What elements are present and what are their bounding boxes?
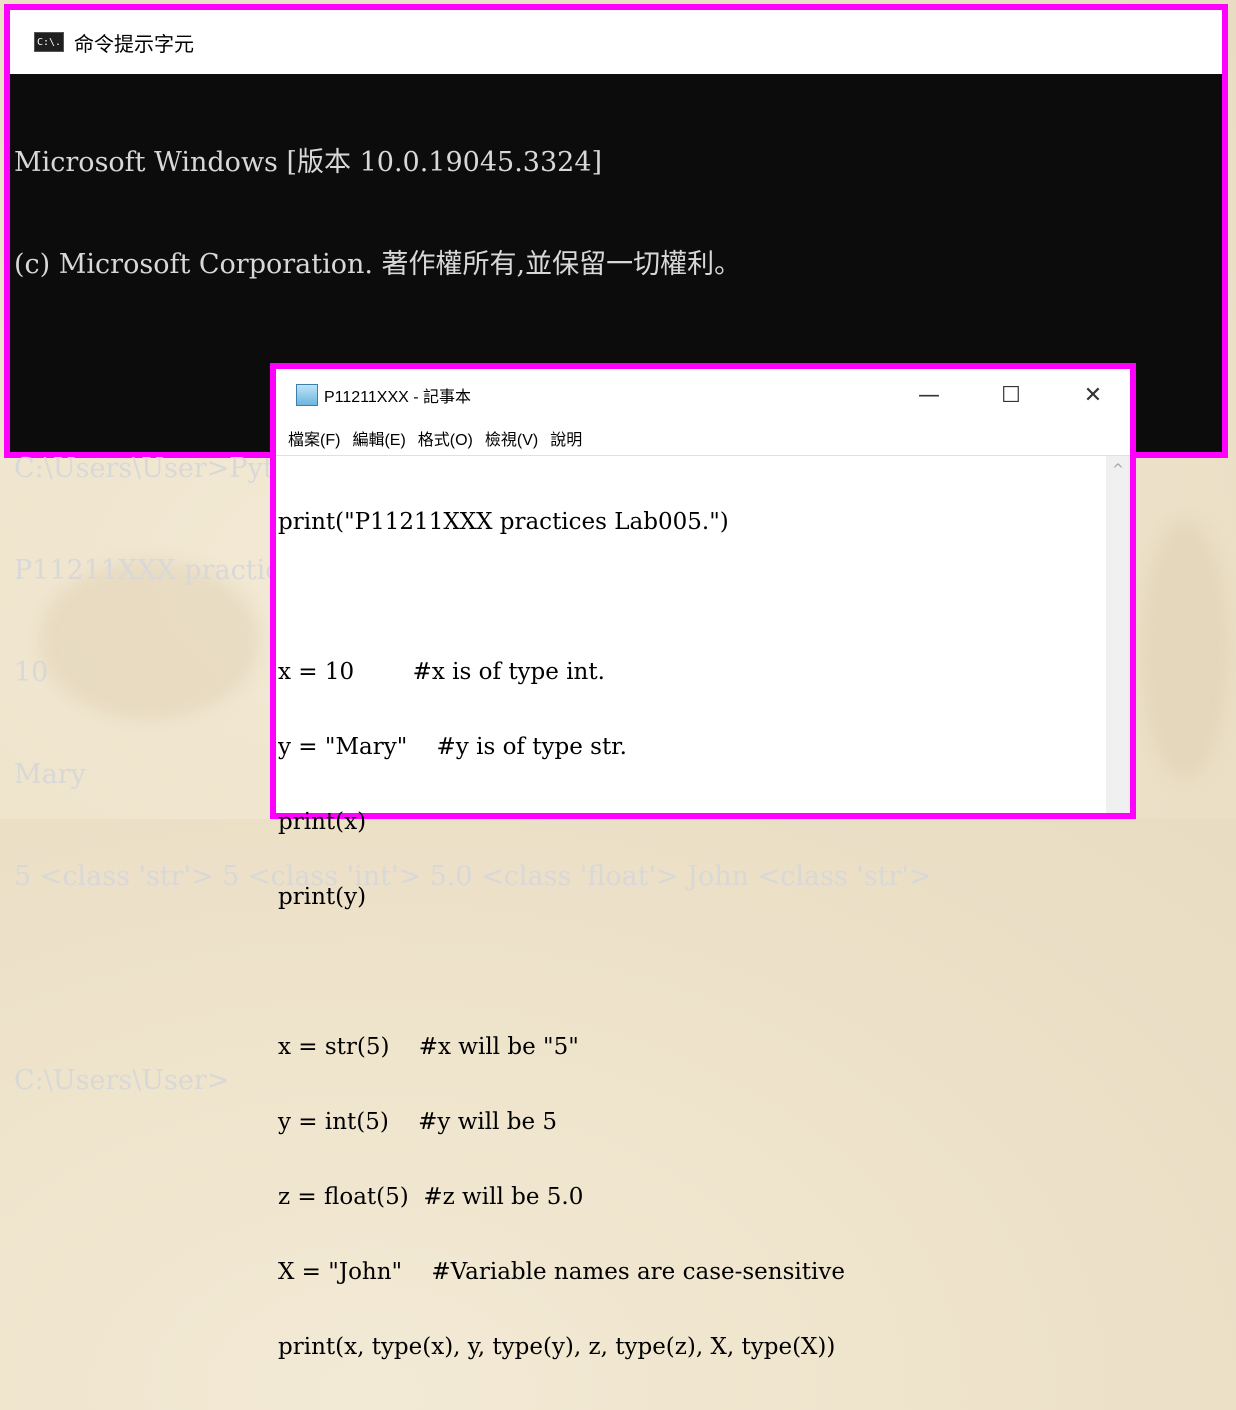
code-line: X = "John" #Variable names are case-sens… [278, 1259, 845, 1285]
menu-edit[interactable]: 編輯(E) [352, 426, 405, 450]
cmd-title: 命令提示字元 [74, 31, 194, 56]
vertical-scrollbar[interactable]: ^ [1106, 456, 1130, 813]
menu-format[interactable]: 格式(O) [418, 426, 473, 450]
code-line: y = "Mary" #y is of type str. [278, 734, 627, 760]
code-line: print(x) [278, 809, 367, 835]
notepad-window[interactable]: P11211XXX - 記事本 — ☐ ✕ 檔案(F) 編輯(E) 格式(O) … [270, 363, 1136, 1360]
menu-file[interactable]: 檔案(F) [288, 426, 340, 450]
code-line: x = 10 #x is of type int. [278, 659, 605, 685]
cmd-titlebar[interactable]: C:\. 命令提示字元 [10, 10, 1222, 74]
code-line: print("P11211XXX practices Lab005.") [278, 509, 729, 535]
code-line: print(y) [278, 884, 367, 910]
code-line: print(x, type(x), y, type(y), z, type(z)… [278, 1334, 836, 1360]
console-line: (c) Microsoft Corporation. 著作權所有,並保留一切權利… [14, 249, 742, 280]
notepad-menubar: 檔案(F) 編輯(E) 格式(O) 檢視(V) 說明 [276, 421, 1130, 455]
code-line: z = float(5) #z will be 5.0 [278, 1184, 584, 1210]
close-button[interactable]: ✕ [1070, 377, 1116, 413]
notepad-icon [296, 384, 318, 406]
minimize-button[interactable]: — [906, 377, 952, 413]
code-line: x = str(5) #x will be "5" [278, 1034, 579, 1060]
notepad-title: P11211XXX - 記事本 [324, 389, 472, 406]
cmd-icon: C:\. [34, 32, 64, 52]
notepad-titlebar[interactable]: P11211XXX - 記事本 — ☐ ✕ [276, 369, 1130, 421]
scroll-up-arrow-icon[interactable]: ^ [1106, 462, 1130, 478]
maximize-button[interactable]: ☐ [988, 377, 1034, 413]
menu-view[interactable]: 檢視(V) [485, 426, 538, 450]
code-line: y = int(5) #y will be 5 [278, 1109, 558, 1135]
notepad-editor[interactable]: print("P11211XXX practices Lab005.") x =… [276, 455, 1130, 1360]
code-text[interactable]: print("P11211XXX practices Lab005.") x =… [278, 460, 1100, 1410]
menu-help[interactable]: 說明 [550, 426, 582, 450]
console-line: Microsoft Windows [版本 10.0.19045.3324] [14, 147, 603, 178]
